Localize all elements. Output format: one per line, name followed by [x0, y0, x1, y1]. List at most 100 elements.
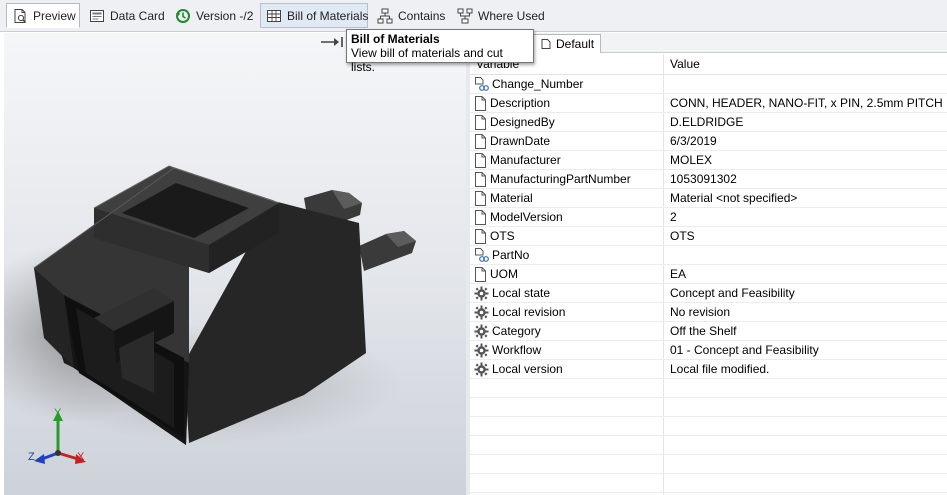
- table-row[interactable]: Local version Local file modified.: [470, 360, 947, 379]
- variable-name-text: PartNo: [492, 248, 530, 262]
- configuration-tabs: Default: [470, 33, 947, 53]
- document-icon: [474, 171, 490, 187]
- variable-value: Local file modified.: [670, 362, 770, 376]
- variable-name-text: ManufacturingPartNumber: [490, 172, 631, 186]
- variable-name: OTS: [474, 227, 515, 245]
- table-row[interactable]: DrawnDate 6/3/2019: [470, 132, 947, 151]
- table-row[interactable]: OTS OTS: [470, 227, 947, 246]
- version-icon: [176, 8, 190, 23]
- variable-value: CONN, HEADER, NANO-FIT, x PIN, 2.5mm PIT…: [670, 96, 943, 110]
- variable-name: UOM: [474, 265, 518, 283]
- gear-icon: [474, 286, 492, 301]
- variable-value: 6/3/2019: [670, 134, 717, 148]
- variable-value: EA: [670, 267, 687, 281]
- tab-preview[interactable]: Preview: [6, 3, 80, 28]
- empty-table-row[interactable]: [470, 436, 947, 455]
- gear-icon: [474, 324, 492, 339]
- table-row[interactable]: Workflow 01 - Concept and Feasibility: [470, 341, 947, 360]
- header-value[interactable]: Value: [670, 57, 700, 71]
- variable-value: Material <not specified>: [670, 191, 798, 205]
- variable-name-text: Manufacturer: [490, 153, 561, 167]
- tab-default-label: Default: [556, 37, 595, 51]
- table-row[interactable]: ManufacturingPartNumber 1053091302: [470, 170, 947, 189]
- variable-name: Local version: [474, 360, 563, 378]
- linked-variable-icon: [474, 76, 492, 92]
- variable-value: OTS: [670, 229, 695, 243]
- empty-table-row[interactable]: [470, 398, 947, 417]
- document-icon: [474, 152, 490, 168]
- table-row[interactable]: Change_Number: [470, 75, 947, 94]
- tab-version[interactable]: Version -/2: [170, 3, 258, 28]
- table-row[interactable]: UOM EA: [470, 265, 947, 284]
- bill-of-materials-icon: [267, 9, 281, 22]
- contains-icon: [377, 8, 393, 23]
- document-icon: [474, 133, 490, 149]
- data-card-icon: [90, 9, 104, 22]
- table-row[interactable]: ModelVersion 2: [470, 208, 947, 227]
- variable-name-text: Description: [490, 96, 551, 110]
- tab-version-label: Version -/2: [196, 8, 254, 23]
- tab-contains-label: Contains: [398, 8, 446, 23]
- document-icon: [474, 95, 490, 111]
- variable-name-text: Workflow: [492, 343, 542, 357]
- variable-value: 01 - Concept and Feasibility: [670, 343, 819, 357]
- variable-name-text: OTS: [490, 229, 515, 243]
- document-icon: [474, 228, 490, 244]
- tab-data-card[interactable]: Data Card: [84, 3, 166, 28]
- table-row[interactable]: DesignedBy D.ELDRIDGE: [470, 113, 947, 132]
- variable-value: MOLEX: [670, 153, 713, 167]
- tab-default-configuration[interactable]: Default: [533, 34, 602, 53]
- variable-value: No revision: [670, 305, 731, 319]
- document-icon: [474, 209, 490, 225]
- variable-name-text: Local revision: [492, 305, 566, 319]
- axis-z-label: Z: [28, 451, 35, 463]
- preview-icon: [14, 8, 26, 23]
- document-icon: [474, 114, 490, 130]
- gear-icon: [474, 362, 492, 377]
- variable-name-text: Change_Number: [492, 77, 584, 91]
- table-row[interactable]: Local revision No revision: [470, 303, 947, 322]
- table-header: Variable Value: [470, 54, 947, 75]
- table-row[interactable]: Local state Concept and Feasibility: [470, 284, 947, 303]
- tab-preview-label: Preview: [33, 8, 76, 23]
- variable-name: Local revision: [474, 303, 565, 321]
- variable-name: Material: [474, 189, 533, 207]
- variable-value: 1053091302: [670, 172, 737, 186]
- variable-name: DesignedBy: [474, 113, 555, 131]
- axis-y-label: Y: [54, 407, 62, 419]
- variable-name: Manufacturer: [474, 151, 561, 169]
- tab-data-card-label: Data Card: [110, 8, 165, 23]
- empty-table-row[interactable]: [470, 379, 947, 398]
- configuration-icon: [541, 39, 551, 49]
- tooltip-title: Bill of Materials: [351, 32, 440, 46]
- empty-table-row[interactable]: [470, 455, 947, 474]
- tab-where-used[interactable]: Where Used: [452, 3, 548, 28]
- table-row[interactable]: Description CONN, HEADER, NANO-FIT, x PIN…: [470, 94, 947, 113]
- variable-name: DrawnDate: [474, 132, 550, 150]
- linked-variable-icon: [474, 247, 492, 263]
- 3d-preview-viewport[interactable]: Y X Z: [4, 33, 466, 495]
- axis-x-label: X: [77, 451, 85, 463]
- empty-table-row[interactable]: [470, 417, 947, 436]
- empty-table-row[interactable]: [470, 474, 947, 493]
- variable-value: Off the Shelf: [670, 324, 737, 338]
- variable-name: PartNo: [474, 246, 529, 264]
- table-row[interactable]: PartNo: [470, 246, 947, 265]
- variable-value: 2: [670, 210, 677, 224]
- tab-contains[interactable]: Contains: [372, 3, 448, 28]
- table-row[interactable]: Manufacturer MOLEX: [470, 151, 947, 170]
- variable-name-text: Material: [490, 191, 533, 205]
- variable-name: Description: [474, 94, 550, 112]
- variable-name-text: ModelVersion: [490, 210, 563, 224]
- variable-name: Workflow: [474, 341, 541, 359]
- variable-name: ModelVersion: [474, 208, 563, 226]
- tab-bar: Preview Data Card Version -/2 Bill of Ma…: [0, 0, 947, 32]
- where-used-icon: [457, 8, 473, 23]
- tooltip-description: View bill of materials and cut lists.: [351, 46, 503, 74]
- table-row[interactable]: Material Material <not specified>: [470, 189, 947, 208]
- variable-name: Category: [474, 322, 541, 340]
- tab-bill-of-materials[interactable]: Bill of Materials: [260, 3, 368, 28]
- variable-name: ManufacturingPartNumber: [474, 170, 631, 188]
- tab-where-used-label: Where Used: [478, 8, 545, 23]
- table-row[interactable]: Category Off the Shelf: [470, 322, 947, 341]
